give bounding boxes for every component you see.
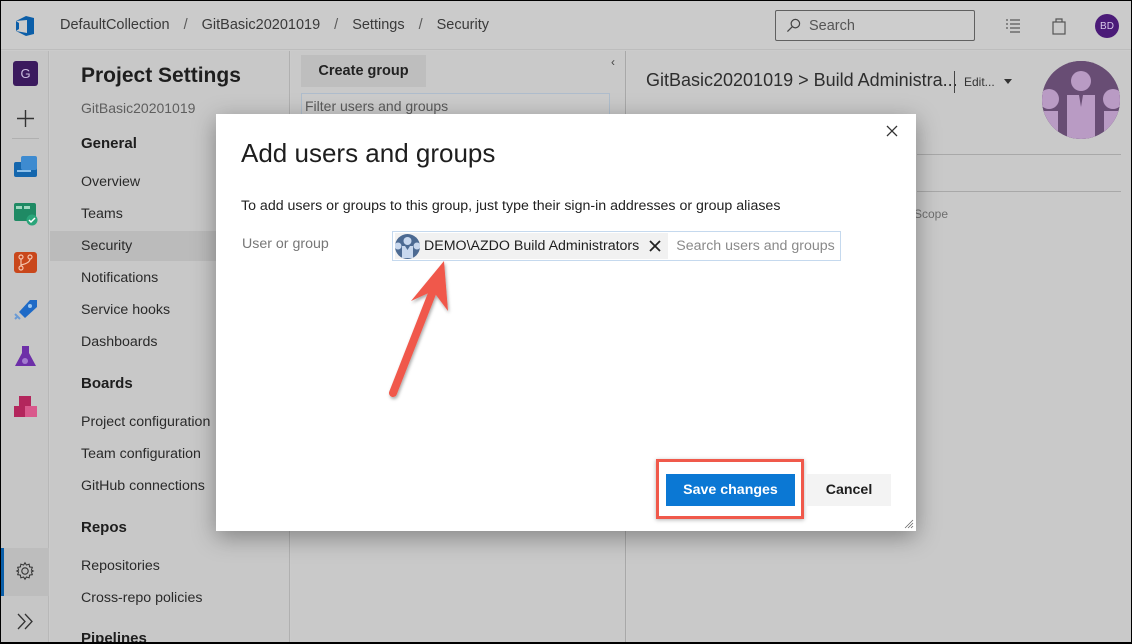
task-list-icon[interactable] (1003, 16, 1023, 36)
nav-project-name: GitBasic20201019 (81, 100, 196, 116)
breadcrumb-project[interactable]: GitBasic20201019 (202, 17, 321, 33)
column-header-scope: Scope (914, 207, 949, 221)
gear-icon (15, 561, 35, 581)
add-users-dialog: Add users and groups To add users or gro… (216, 114, 916, 531)
caret-down-icon[interactable] (1004, 79, 1012, 84)
nav-item-repositories[interactable]: Repositories (50, 551, 290, 581)
search-icon (786, 18, 801, 33)
resize-grip-icon[interactable] (904, 519, 914, 529)
user-or-group-label: User or group (242, 236, 329, 252)
edit-divider (954, 71, 955, 93)
nav-item-cross-repo-policies[interactable]: Cross-repo policies (50, 583, 290, 613)
collapse-pane-icon[interactable]: ‹ (611, 55, 615, 69)
boards-icon[interactable] (13, 201, 38, 226)
nav-section-boards: Boards (81, 375, 133, 392)
callout-arrow-icon (389, 261, 448, 397)
close-icon[interactable] (884, 123, 900, 139)
breadcrumb-settings[interactable]: Settings (352, 17, 404, 33)
nav-section-general: General (81, 135, 137, 152)
nav-section-pipelines: Pipelines (81, 630, 147, 642)
breadcrumb-collection[interactable]: DefaultCollection (60, 17, 170, 33)
nav-section-repos: Repos (81, 519, 127, 536)
rail-divider (12, 138, 39, 139)
breadcrumb-separator: / (183, 17, 188, 33)
overview-icon[interactable] (13, 154, 38, 179)
expand-chevrons-icon[interactable] (13, 609, 38, 634)
project-settings-button[interactable] (1, 548, 49, 596)
breadcrumb: DefaultCollection / GitBasic20201019 / S… (60, 17, 489, 33)
app-window: DefaultCollection / GitBasic20201019 / S… (1, 1, 1131, 642)
search-box[interactable]: Search (775, 10, 975, 41)
marketplace-bag-icon[interactable] (1049, 16, 1069, 36)
breadcrumb-security[interactable]: Security (437, 17, 489, 33)
top-bar: DefaultCollection / GitBasic20201019 / S… (1, 1, 1131, 50)
search-placeholder: Search (809, 17, 855, 34)
remove-identity-icon[interactable] (648, 239, 662, 253)
divider (917, 191, 1121, 192)
dialog-title: Add users and groups (241, 138, 496, 168)
artifacts-icon[interactable] (13, 394, 38, 419)
test-plans-icon[interactable] (13, 344, 38, 369)
left-rail: G (1, 51, 49, 642)
repos-icon[interactable] (13, 249, 38, 274)
org-badge[interactable]: G (13, 61, 38, 86)
user-avatar[interactable]: BD (1095, 14, 1119, 38)
breadcrumb-separator: / (418, 17, 423, 33)
divider (917, 154, 1121, 155)
edit-menu-button[interactable]: Edit... (964, 75, 995, 89)
nav-title: Project Settings (81, 64, 241, 87)
save-changes-button[interactable]: Save changes (666, 474, 795, 506)
add-icon[interactable] (13, 106, 38, 131)
azure-devops-logo-icon[interactable] (13, 14, 37, 38)
breadcrumb-separator: / (334, 17, 339, 33)
dialog-description: To add users or groups to this group, ju… (241, 198, 781, 214)
cancel-button[interactable]: Cancel (807, 474, 891, 506)
create-group-button[interactable]: Create group (301, 55, 426, 87)
pipelines-icon[interactable] (13, 297, 38, 322)
group-path-title: GitBasic20201019 > Build Administra... (646, 70, 958, 90)
search-users-input[interactable] (676, 238, 857, 254)
group-avatar-icon (1042, 61, 1120, 139)
